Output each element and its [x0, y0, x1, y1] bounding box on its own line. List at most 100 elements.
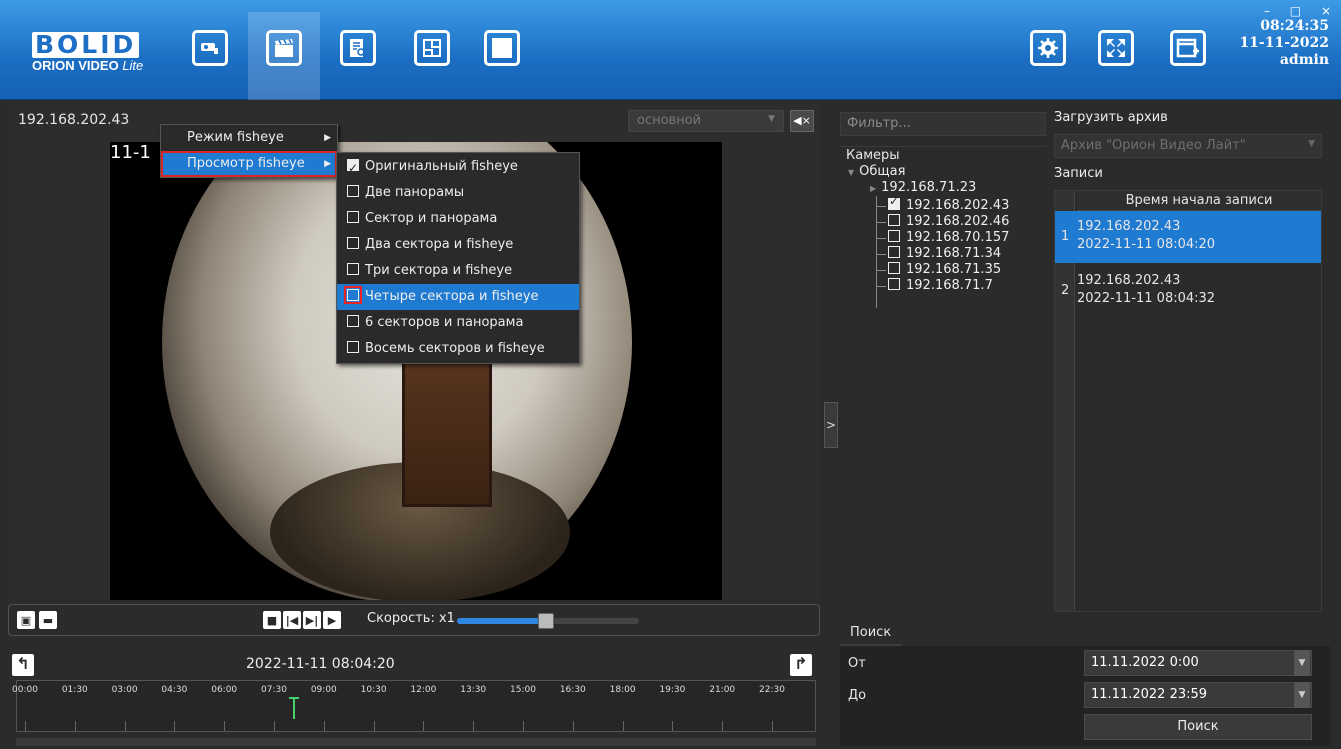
camera-list-item[interactable]: 192.168.202.46	[888, 214, 1009, 229]
camera-ip-label: 192.168.71.35	[906, 262, 1002, 277]
timeline-tick-mark	[622, 721, 624, 731]
submenu-arrow-icon: ▶	[324, 159, 331, 169]
checkbox[interactable]	[888, 262, 900, 274]
tree-connector	[876, 286, 886, 287]
expanded-triangle-icon: ▼	[848, 168, 855, 177]
records-table: Время начала записи 1 192.168.202.43 202…	[1054, 190, 1322, 612]
to-date-field[interactable]: 11.11.2022 23:59	[1084, 682, 1312, 708]
submenu-item-eight-sectors[interactable]: Восемь секторов и fisheye	[337, 336, 579, 362]
timeline-tick-label: 00:00	[12, 685, 38, 695]
timeline-tick-mark	[373, 721, 375, 731]
tab-search[interactable]: Поиск	[840, 620, 902, 646]
timeline-tick-mark	[423, 721, 425, 731]
submenu-item-six-sectors[interactable]: 6 секторов и панорама	[337, 310, 579, 336]
plan-button[interactable]	[414, 30, 450, 66]
tree-group-general[interactable]: ▼ Общая	[848, 164, 905, 179]
camera-list-item[interactable]: 192.168.70.157	[888, 230, 1009, 245]
mute-icon: ◀×	[793, 114, 811, 127]
checkbox[interactable]	[888, 278, 900, 290]
journal-button[interactable]	[340, 30, 376, 66]
save-button[interactable]: ▬	[39, 611, 57, 629]
current-playback-time: 2022-11-11 08:04:20	[246, 656, 395, 672]
checkbox[interactable]	[888, 230, 900, 242]
menu-item-fisheye-view[interactable]: Просмотр fisheye ▶	[161, 151, 337, 177]
checkbox[interactable]	[888, 246, 900, 258]
submenu-item-sector-panorama[interactable]: Сектор и панорама	[337, 206, 579, 232]
camera-title: 192.168.202.43	[18, 112, 130, 128]
timeline-tick-mark	[25, 721, 26, 731]
from-date-field[interactable]: 11.11.2022 0:00	[1084, 650, 1312, 676]
records-label: Записи	[1054, 166, 1103, 181]
checkbox	[347, 341, 359, 353]
archive-button[interactable]	[266, 30, 302, 66]
snapshot-button[interactable]: ▣	[17, 611, 35, 629]
submenu-item-four-sectors[interactable]: Четыре сектора и fisheye	[337, 284, 579, 310]
speed-slider-handle[interactable]	[538, 613, 555, 629]
timeline-tick-mark	[74, 721, 76, 731]
top-toolbar: BOLID ORION VIDEO Lite – □ × 08:24:35 11…	[0, 0, 1341, 100]
image-icon: ▣	[20, 613, 32, 627]
app-logo: BOLID ORION VIDEO Lite	[32, 32, 152, 73]
checkbox-checked[interactable]	[888, 194, 900, 210]
collapse-panel-button[interactable]: >	[824, 402, 838, 448]
camera-list-item[interactable]: 192.168.71.34	[888, 246, 1001, 261]
from-dropdown-button[interactable]: ▼	[1294, 650, 1310, 676]
close-button[interactable]: ×	[1321, 4, 1331, 18]
archive-select-value: Архив "Орион Видео Лайт"	[1061, 138, 1246, 153]
fullscreen-button[interactable]	[1098, 30, 1134, 66]
archive-select[interactable]: Архив "Орион Видео Лайт" ▼	[1054, 134, 1322, 158]
camera-list-item[interactable]: 192.168.71.35	[888, 262, 1001, 277]
timeline-tick-label: 04:30	[161, 685, 188, 695]
camera-button[interactable]	[192, 30, 228, 66]
forward-button[interactable]: ↱	[790, 654, 812, 676]
timeline-tick-mark	[722, 721, 724, 731]
checkbox-checked	[347, 155, 359, 181]
stop-button[interactable]: ■	[263, 611, 281, 629]
record-row[interactable]: 1 192.168.202.43 2022-11-11 08:04:20	[1055, 211, 1321, 263]
speed-slider[interactable]	[457, 613, 639, 629]
camera-list-item[interactable]: 192.168.71.7	[888, 278, 993, 293]
maximize-button[interactable]: □	[1290, 4, 1301, 18]
tree-connector	[876, 238, 886, 239]
camera-list-item[interactable]: 192.168.202.43	[888, 194, 1009, 213]
next-frame-button[interactable]: ▶|	[303, 611, 321, 629]
timeline-tick-mark	[124, 721, 126, 731]
record-row[interactable]: 2 192.168.202.43 2022-11-11 08:04:32	[1055, 265, 1321, 317]
records-column-header[interactable]: Время начала записи	[1077, 191, 1321, 211]
submenu-item-two-panoramas[interactable]: Две панорамы	[337, 180, 579, 206]
mute-button[interactable]: ◀×	[790, 110, 814, 132]
stream-select[interactable]: основной ▼	[628, 110, 784, 132]
timeline-position-marker[interactable]	[288, 697, 299, 719]
play-button[interactable]: ▶	[323, 611, 341, 629]
clock-time: 08:24:35	[1260, 18, 1329, 34]
add-window-button[interactable]	[1170, 30, 1206, 66]
timeline-tick-mark	[523, 721, 524, 731]
window-button[interactable]	[484, 30, 520, 66]
camera-filter-input[interactable]: Фильтр...	[840, 112, 1046, 136]
settings-button[interactable]	[1030, 30, 1066, 66]
checkbox	[347, 211, 359, 223]
checkbox-highlighted[interactable]	[344, 286, 362, 304]
menu-item-label: Режим fisheye	[187, 130, 284, 145]
checkbox[interactable]	[888, 214, 900, 226]
prev-frame-icon: |◀	[285, 613, 299, 627]
submenu-item-two-sectors[interactable]: Два сектора и fisheye	[337, 232, 579, 258]
clapperboard-icon	[275, 39, 293, 57]
search-button[interactable]: Поиск	[1084, 714, 1312, 740]
chevron-down-icon: ▼	[1298, 690, 1306, 700]
submenu-item-original[interactable]: Оригинальный fisheye	[337, 154, 579, 181]
tree-connector	[876, 206, 886, 207]
minimize-button[interactable]: –	[1264, 4, 1270, 18]
menu-item-fisheye-mode[interactable]: Режим fisheye ▶	[161, 125, 337, 151]
chevron-down-icon: ▼	[768, 114, 775, 124]
arrow-forward-icon: ↱	[794, 654, 808, 673]
timeline[interactable]: 00:00 01:30 03:00 04:30 06:00 07:30 09:00 10:30…	[12, 680, 816, 732]
back-button[interactable]: ↰	[12, 654, 34, 676]
tree-node-subgroup[interactable]: ▶ 192.168.71.23	[870, 180, 976, 195]
timeline-tick-mark	[274, 721, 275, 731]
timeline-scrollbar[interactable]	[16, 738, 816, 746]
prev-frame-button[interactable]: |◀	[283, 611, 301, 629]
to-dropdown-button[interactable]: ▼	[1294, 682, 1310, 708]
timeline-tick-label: 15:00	[510, 685, 536, 695]
submenu-item-three-sectors[interactable]: Три сектора и fisheye	[337, 258, 579, 284]
